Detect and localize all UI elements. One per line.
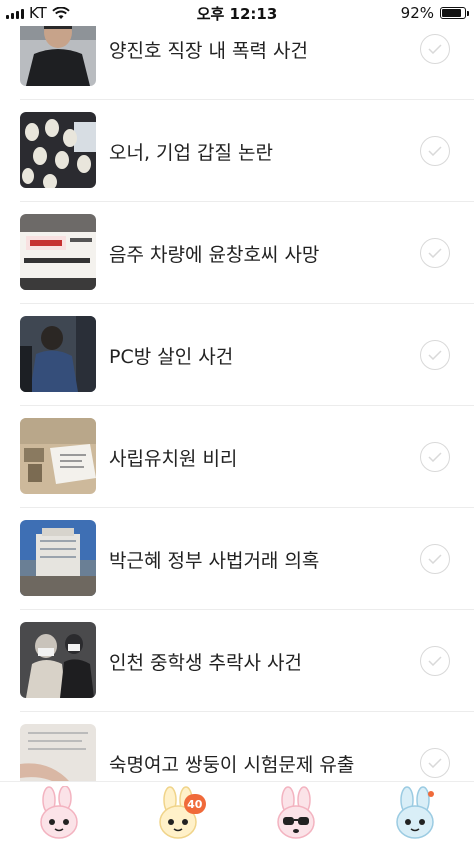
tab-blue-bunny[interactable] (385, 782, 445, 844)
check-icon[interactable] (420, 34, 450, 64)
notification-badge: 40 (183, 794, 206, 814)
status-right: 92% (401, 4, 474, 22)
classroom-documents-photo (20, 418, 96, 494)
check-icon[interactable] (420, 748, 450, 778)
tab-yellow-bunny[interactable]: 40 (148, 782, 208, 844)
protest-masks-photo (20, 112, 96, 188)
battery-icon (440, 7, 469, 19)
battery-percent: 92% (400, 4, 434, 22)
banner-protest-photo (20, 214, 96, 290)
list-item[interactable]: PC방 살인 사건 (20, 304, 474, 406)
check-icon[interactable] (420, 646, 450, 676)
item-title: 사립유치원 비리 (109, 447, 238, 470)
court-building-photo (20, 520, 96, 596)
list-item[interactable]: 사립유치원 비리 (20, 406, 474, 508)
check-icon[interactable] (420, 544, 450, 574)
check-icon[interactable] (420, 442, 450, 472)
item-title: 오너, 기업 갑질 논란 (109, 141, 273, 164)
signal-icon (6, 7, 24, 19)
item-title: 박근혜 정부 사법거래 의혹 (109, 549, 320, 572)
carrier-label: KT (29, 4, 47, 22)
item-title: 음주 차량에 윤창호씨 사망 (109, 243, 320, 266)
check-icon[interactable] (420, 238, 450, 268)
list-item[interactable]: 박근혜 정부 사법거래 의혹 (20, 508, 474, 610)
status-left: KT (0, 4, 70, 22)
list-item[interactable]: 음주 차량에 윤창호씨 사망 (20, 202, 474, 304)
item-title: PC방 살인 사건 (109, 345, 234, 368)
bunny-sunglasses-icon (277, 786, 315, 839)
wifi-icon (52, 6, 70, 19)
tab-bar: 40 (0, 781, 474, 844)
tab-pink-bunny[interactable] (29, 782, 89, 844)
tab-sunglasses-bunny[interactable] (266, 782, 326, 844)
bunny-pink-icon (40, 786, 78, 839)
check-icon[interactable] (420, 340, 450, 370)
bunny-blue-icon (396, 786, 434, 839)
suspect-escort-photo (20, 316, 96, 392)
list-item[interactable]: 오너, 기업 갑질 논란 (20, 100, 474, 202)
masked-suspects-photo (20, 622, 96, 698)
check-icon[interactable] (420, 136, 450, 166)
status-bar: KT 오후 12:13 92% (0, 0, 474, 26)
item-title: 인천 중학생 추락사 사건 (109, 651, 302, 674)
list-item[interactable]: 인천 중학생 추락사 사건 (20, 610, 474, 712)
issue-list: 양진호 직장 내 폭력 사건 오너, 기업 갑질 논란 음주 차량에 윤창호씨 … (0, 0, 474, 814)
